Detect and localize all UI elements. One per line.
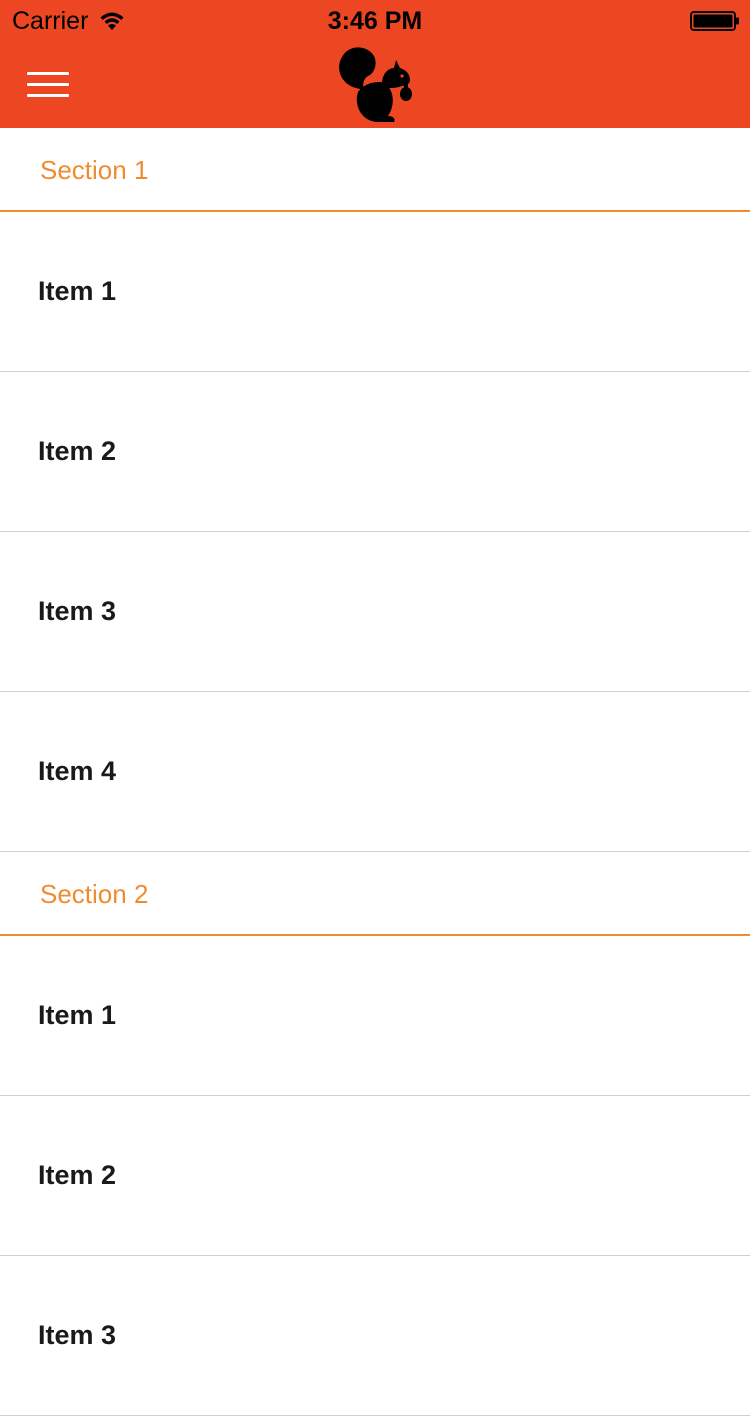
section-header: Section 1	[0, 128, 750, 212]
list-item-label: Item 2	[38, 436, 117, 466]
sectioned-list: Section 1 Item 1 Item 2 Item 3 Item 4 Se…	[0, 128, 750, 1416]
list-item-label: Item 3	[38, 1320, 117, 1350]
list-item[interactable]: Item 4	[0, 692, 750, 852]
list-item-label: Item 1	[38, 1000, 117, 1030]
list-item-label: Item 1	[38, 276, 117, 306]
list-item[interactable]: Item 3	[0, 532, 750, 692]
list-item-label: Item 2	[38, 1160, 117, 1190]
menu-line-icon	[27, 82, 69, 86]
menu-button[interactable]	[22, 60, 74, 108]
app-header: Carrier 3:46 PM	[0, 0, 750, 128]
squirrel-logo-icon	[339, 47, 412, 122]
list-item-label: Item 4	[38, 756, 117, 786]
list-item[interactable]: Item 1	[0, 936, 750, 1096]
battery-icon	[690, 11, 739, 31]
navigation-bar	[0, 40, 750, 128]
menu-line-icon	[27, 71, 69, 75]
menu-line-icon	[27, 93, 69, 97]
section-header: Section 2	[0, 852, 750, 936]
list-item-label: Item 3	[38, 596, 117, 626]
list-item[interactable]: Item 1	[0, 212, 750, 372]
section-title: Section 1	[40, 155, 149, 185]
status-bar: Carrier 3:46 PM	[0, 0, 750, 40]
list-item[interactable]: Item 2	[0, 1096, 750, 1256]
status-time: 3:46 PM	[327, 7, 423, 35]
section-title: Section 2	[40, 879, 149, 909]
list-item[interactable]: Item 3	[0, 1256, 750, 1416]
list-item[interactable]: Item 2	[0, 372, 750, 532]
